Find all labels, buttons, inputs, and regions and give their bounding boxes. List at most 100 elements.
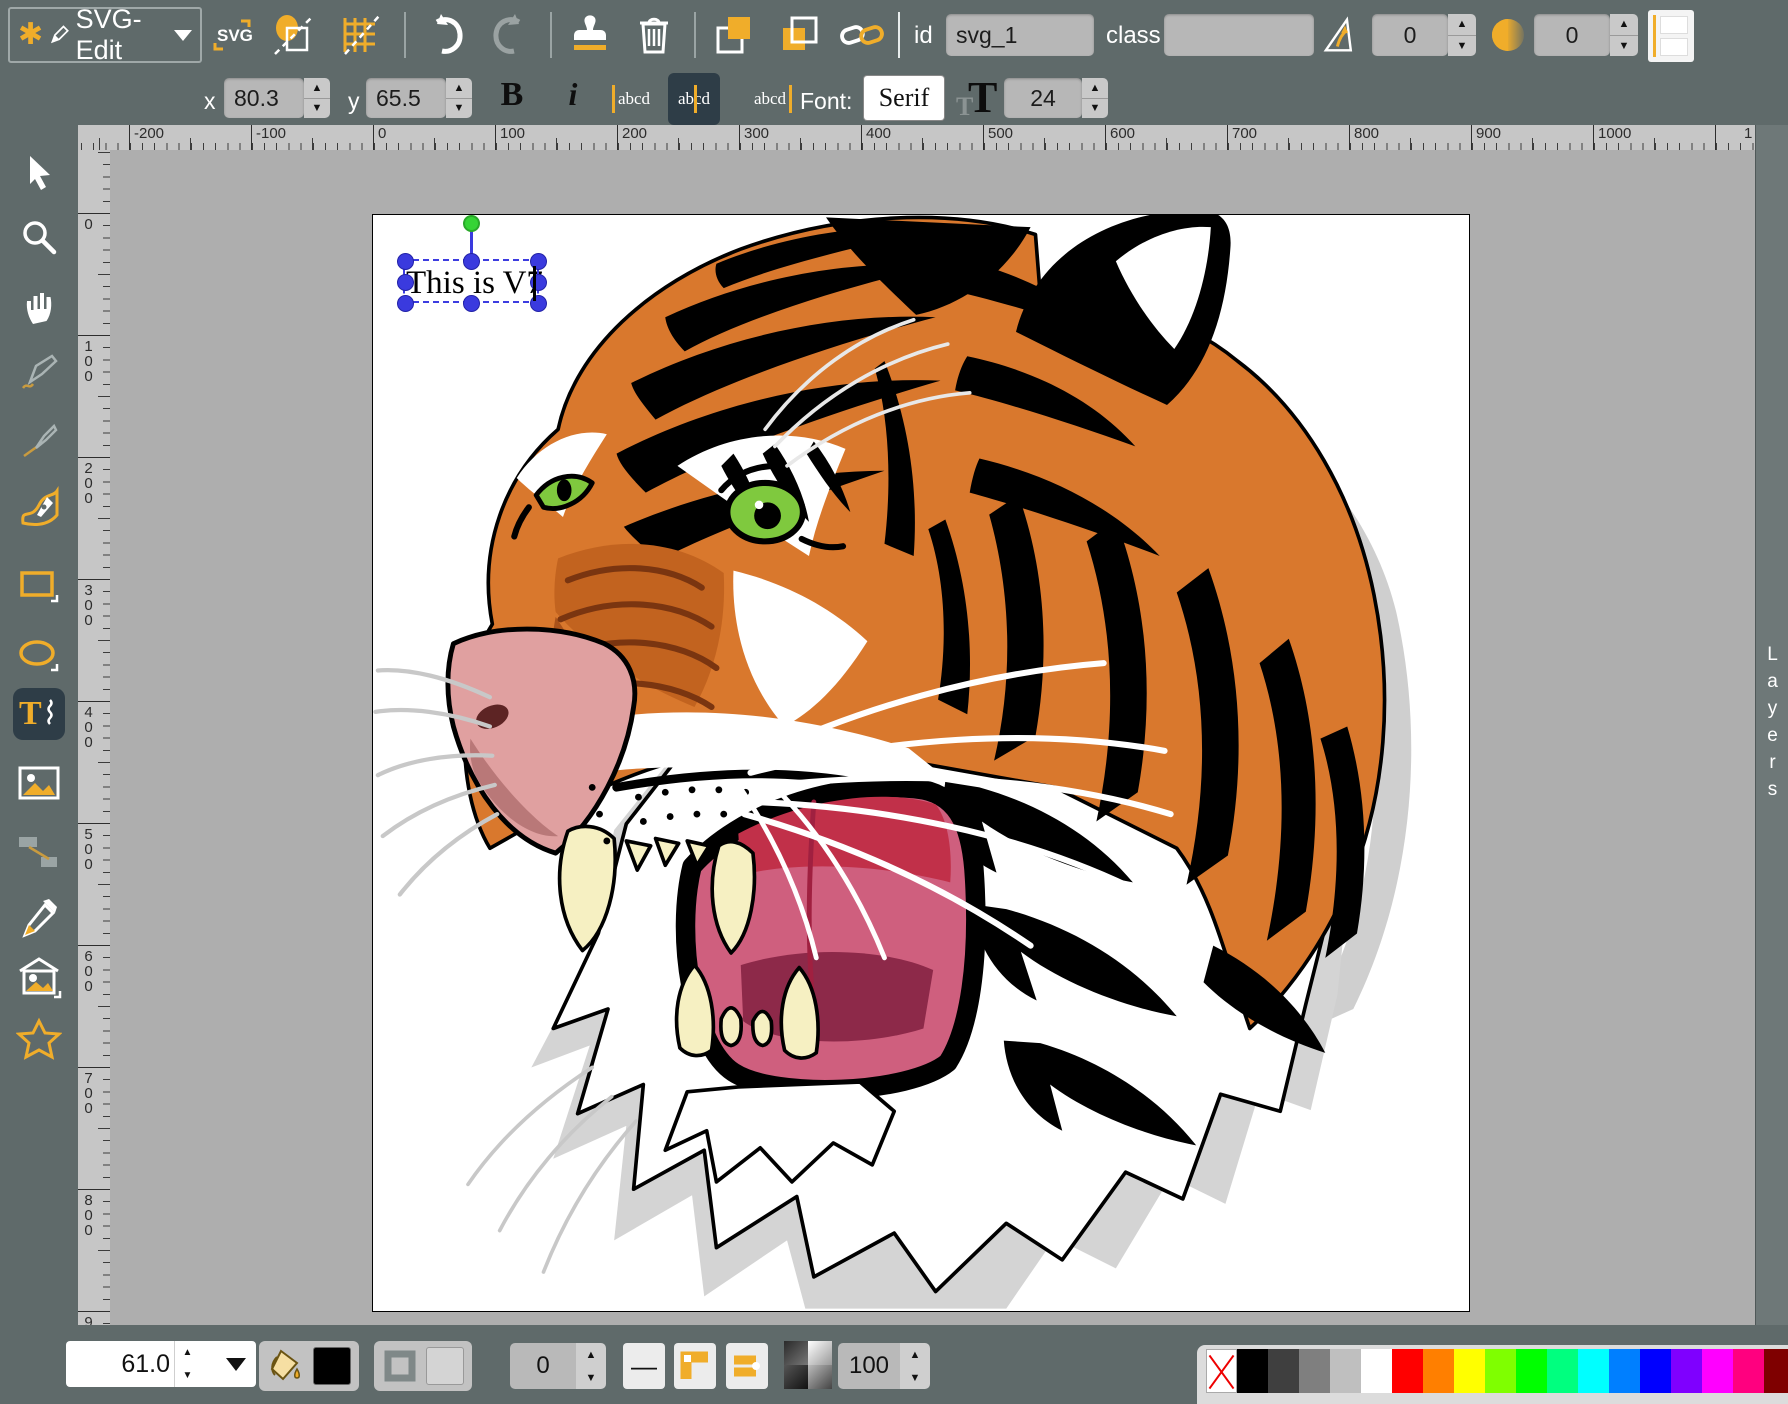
- palette-color[interactable]: [1516, 1349, 1547, 1393]
- linecap-butt-icon: [730, 1349, 764, 1383]
- zoom-spinner[interactable]: ▲▼: [174, 1341, 200, 1387]
- fill-color-group: [259, 1341, 359, 1391]
- class-input[interactable]: [1164, 14, 1314, 56]
- delete-button[interactable]: [630, 10, 678, 60]
- selection-grip-n[interactable]: [463, 253, 480, 270]
- tool-text[interactable]: T: [13, 688, 65, 740]
- zoom-dropdown-icon: [226, 1358, 246, 1371]
- svg-canvas[interactable]: This is V7: [372, 214, 1470, 1312]
- tool-select[interactable]: [13, 146, 65, 198]
- svg-source-icon: SVG: [209, 15, 255, 55]
- tool-shape-library[interactable]: [13, 952, 65, 1004]
- linecap-button[interactable]: [726, 1343, 768, 1389]
- palette-color-none[interactable]: [1206, 1349, 1237, 1393]
- eyedropper-icon: [17, 897, 61, 941]
- align-left-button[interactable]: abcd: [608, 76, 660, 122]
- tool-ellipse[interactable]: [13, 630, 65, 682]
- wireframe-button[interactable]: [270, 10, 318, 60]
- palette-color[interactable]: [1392, 1349, 1423, 1393]
- blur-input[interactable]: 0: [1534, 14, 1610, 56]
- tool-rectangle[interactable]: [13, 561, 65, 613]
- menu-dropdown-icon: [174, 30, 192, 41]
- rotate-grip[interactable]: [463, 215, 480, 232]
- italic-button[interactable]: i: [558, 76, 588, 120]
- pencil-logo-icon: [49, 22, 69, 48]
- palette-color[interactable]: [1640, 1349, 1671, 1393]
- angle-input[interactable]: 0: [1372, 14, 1448, 56]
- palette-color[interactable]: [1702, 1349, 1733, 1393]
- palette-color[interactable]: [1330, 1349, 1361, 1393]
- palette-color[interactable]: [1268, 1349, 1299, 1393]
- x-input[interactable]: 80.3: [224, 78, 304, 118]
- zoom-control[interactable]: 61.0 ▲▼: [66, 1341, 256, 1387]
- linejoin-button[interactable]: [674, 1343, 716, 1389]
- grid-button[interactable]: [336, 10, 384, 60]
- tool-pan[interactable]: [13, 280, 65, 332]
- opacity-input[interactable]: 100: [838, 1343, 900, 1389]
- palette-color[interactable]: [1764, 1349, 1788, 1393]
- make-link-button[interactable]: [838, 10, 886, 60]
- id-input[interactable]: svg_1: [946, 14, 1094, 56]
- tool-path[interactable]: [13, 481, 65, 533]
- selection-grip-s[interactable]: [463, 295, 480, 312]
- y-input[interactable]: 65.5: [366, 78, 446, 118]
- palette-color[interactable]: [1733, 1349, 1764, 1393]
- stroke-width-spinner[interactable]: ▲▼: [576, 1343, 606, 1389]
- stroke-dash-button[interactable]: —: [623, 1343, 665, 1389]
- x-spinner[interactable]: ▲▼: [304, 78, 330, 118]
- color-palette: [1197, 1345, 1788, 1404]
- palette-color[interactable]: [1547, 1349, 1578, 1393]
- text-tool-icon: T: [17, 692, 61, 736]
- layers-panel-toggle[interactable]: Layers: [1755, 125, 1788, 1325]
- app-title: SVG-Edit: [76, 4, 164, 66]
- font-size-input[interactable]: 24: [1004, 78, 1082, 118]
- move-top-icon: [711, 12, 757, 58]
- blur-spinner[interactable]: ▲▼: [1610, 14, 1638, 56]
- stroke-width-input[interactable]: 0: [510, 1343, 576, 1389]
- bold-button[interactable]: B: [492, 76, 532, 120]
- stroke-color-swatch[interactable]: [426, 1347, 464, 1385]
- align-right-button[interactable]: abcd: [744, 76, 796, 122]
- align-center-button[interactable]: abcd: [668, 73, 720, 125]
- main-menu-button[interactable]: ✱ SVG-Edit: [8, 7, 202, 63]
- tool-star[interactable]: [13, 1013, 65, 1065]
- palette-color[interactable]: [1454, 1349, 1485, 1393]
- angle-icon: [1322, 13, 1370, 57]
- palette-color[interactable]: [1578, 1349, 1609, 1393]
- opacity-spinner[interactable]: ▲▼: [900, 1343, 930, 1389]
- selection-grip-sw[interactable]: [397, 295, 414, 312]
- palette-color[interactable]: [1361, 1349, 1392, 1393]
- tool-connector[interactable]: [13, 825, 65, 877]
- palette-color[interactable]: [1423, 1349, 1454, 1393]
- palette-color[interactable]: [1237, 1349, 1268, 1393]
- y-spinner[interactable]: ▲▼: [446, 78, 472, 118]
- redo-button[interactable]: [486, 10, 534, 60]
- palette-color[interactable]: [1671, 1349, 1702, 1393]
- tool-image[interactable]: [13, 757, 65, 809]
- selection-grip-nw[interactable]: [397, 253, 414, 270]
- font-size-spinner[interactable]: ▲▼: [1082, 78, 1108, 118]
- clone-button[interactable]: [566, 10, 614, 60]
- tool-line[interactable]: [13, 415, 65, 467]
- tool-eyedropper[interactable]: [13, 893, 65, 945]
- editor-background-button[interactable]: [1648, 10, 1694, 62]
- stroke-icon: [382, 1348, 418, 1384]
- align-left-bar-icon: [612, 85, 615, 113]
- move-to-top-button[interactable]: [710, 10, 758, 60]
- move-to-bottom-button[interactable]: [774, 10, 822, 60]
- toolbar-separator: [694, 12, 696, 58]
- font-family-button[interactable]: Serif: [864, 76, 944, 120]
- tool-zoom[interactable]: [13, 211, 65, 263]
- palette-color[interactable]: [1485, 1349, 1516, 1393]
- opacity-icon[interactable]: [784, 1341, 832, 1389]
- undo-button[interactable]: [422, 10, 470, 60]
- palette-color[interactable]: [1299, 1349, 1330, 1393]
- angle-spinner[interactable]: ▲▼: [1448, 14, 1476, 56]
- fill-color-swatch[interactable]: [313, 1347, 351, 1385]
- background-swatch: [1660, 16, 1688, 34]
- tool-pencil[interactable]: [13, 347, 65, 399]
- source-editor-button[interactable]: SVG: [208, 10, 256, 60]
- rectangle-icon: [17, 565, 61, 609]
- palette-color[interactable]: [1609, 1349, 1640, 1393]
- selection-grip-w[interactable]: [397, 274, 414, 291]
